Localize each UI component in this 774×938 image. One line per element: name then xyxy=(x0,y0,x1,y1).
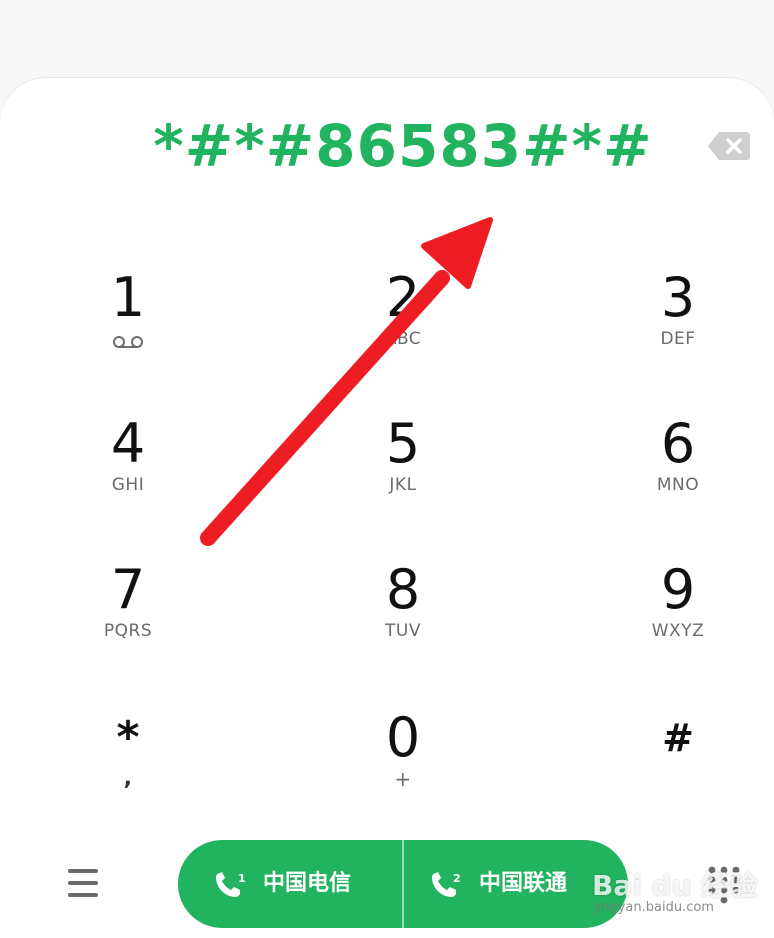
key-digit: * xyxy=(116,712,140,763)
phone-sim2-icon: 2 xyxy=(432,872,461,897)
key-1[interactable]: 1 xyxy=(48,266,208,386)
voicemail-icon xyxy=(112,334,144,353)
key-digit: 5 xyxy=(385,412,421,475)
key-2[interactable]: 2 ABC xyxy=(323,266,483,386)
key-digit: 1 xyxy=(110,266,146,329)
key-letters: JKL xyxy=(389,475,417,495)
key-3[interactable]: 3 DEF xyxy=(598,266,758,386)
key-letters: DEF xyxy=(660,329,696,349)
bottom-bar: 1 中国电信 2 中国联通 xyxy=(0,838,774,930)
key-letters: PQRS xyxy=(103,621,153,641)
carrier-label: 中国联通 xyxy=(479,871,568,896)
key-0[interactable]: 0 + xyxy=(323,706,483,826)
key-star[interactable]: * , xyxy=(48,706,208,826)
svg-text:1: 1 xyxy=(238,872,246,885)
key-digit: 6 xyxy=(660,412,696,475)
key-digit: # xyxy=(662,716,694,760)
key-letters: + xyxy=(394,767,412,791)
key-digit: 2 xyxy=(385,266,421,329)
key-letters: WXYZ xyxy=(651,621,705,641)
key-letters: ABC xyxy=(384,329,422,349)
key-letters: GHI xyxy=(111,475,145,495)
carrier-label: 中国电信 xyxy=(263,871,352,896)
key-digit: 4 xyxy=(110,412,146,475)
dialpad-icon xyxy=(708,866,740,904)
dialed-number-display: *#*#86583#*# xyxy=(153,112,653,180)
menu-button[interactable] xyxy=(62,869,104,903)
dialpad-toggle-button[interactable] xyxy=(704,864,744,904)
key-letters: MNO xyxy=(656,475,700,495)
call-button-group: 1 中国电信 2 中国联通 xyxy=(178,840,628,928)
key-digit: 9 xyxy=(660,558,696,621)
backspace-icon xyxy=(708,132,750,160)
key-digit: 3 xyxy=(660,266,696,329)
key-7[interactable]: 7 PQRS xyxy=(48,558,208,678)
key-5[interactable]: 5 JKL xyxy=(323,412,483,532)
key-digit: 8 xyxy=(385,558,421,621)
menu-icon xyxy=(62,869,104,897)
svg-text:2: 2 xyxy=(453,872,461,885)
backspace-button[interactable] xyxy=(707,130,751,162)
key-8[interactable]: 8 TUV xyxy=(323,558,483,678)
key-4[interactable]: 4 GHI xyxy=(48,412,208,532)
call-sim1-button[interactable]: 1 中国电信 xyxy=(178,840,403,928)
key-9[interactable]: 9 WXYZ xyxy=(598,558,758,678)
dialer-screen: *#*#86583#*# 1 2 ABC 3 DEF 4 GHI 5 JKL 6… xyxy=(0,0,774,938)
key-letters: , xyxy=(123,766,133,791)
key-6[interactable]: 6 MNO xyxy=(598,412,758,532)
key-digit: 0 xyxy=(385,706,421,769)
phone-sim1-icon: 1 xyxy=(216,872,246,897)
key-letters: TUV xyxy=(385,621,421,641)
key-hash[interactable]: # xyxy=(598,706,758,826)
call-sim2-button[interactable]: 2 中国联通 xyxy=(403,840,628,928)
key-digit: 7 xyxy=(110,558,146,621)
